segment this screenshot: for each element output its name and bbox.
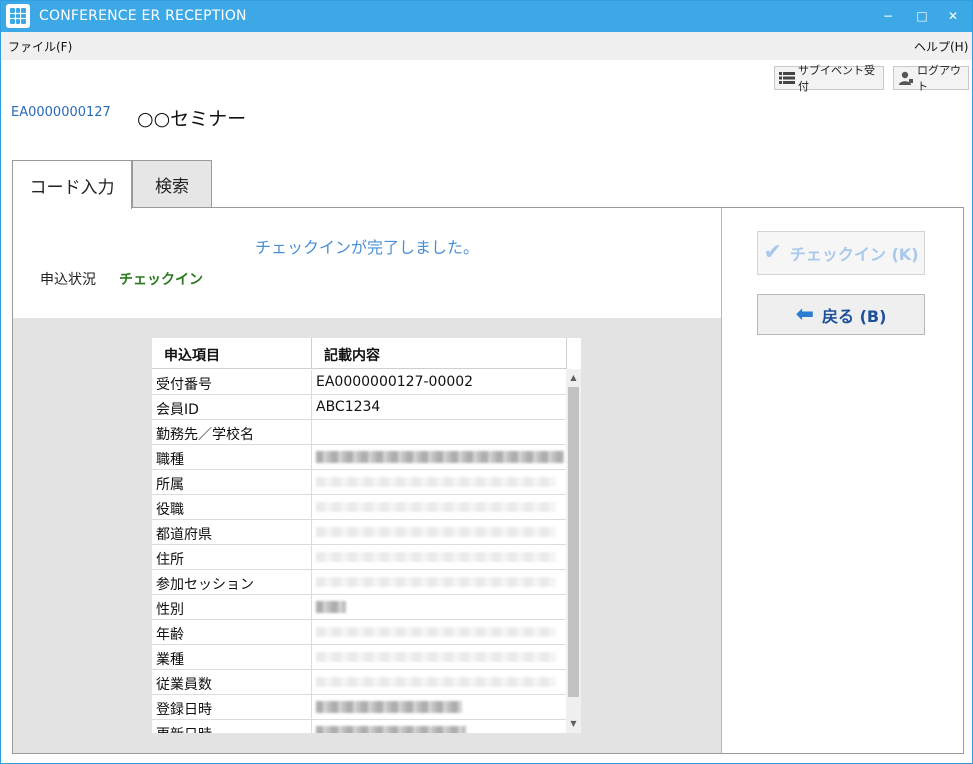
row-item: 勤務先／学校名 <box>156 427 254 443</box>
window-title: CONFERENCE ER RECEPTION <box>39 8 247 24</box>
logout-button[interactable]: ログアウト <box>893 64 969 93</box>
table-row: 都道府県 <box>152 520 566 545</box>
checkin-button[interactable]: ✔ チェックイン (K) <box>757 231 925 275</box>
scroll-down-icon[interactable]: ▼ <box>566 717 581 731</box>
redacted-value <box>316 674 556 690</box>
close-button[interactable]: ✕ <box>943 6 963 26</box>
row-item: 都道府県 <box>156 527 212 543</box>
minimize-button[interactable]: − <box>878 6 898 26</box>
redacted-value <box>316 499 556 515</box>
table-row: 年齢 <box>152 620 566 645</box>
menu-help[interactable]: ヘルプ(H) <box>914 38 968 55</box>
row-item: 所属 <box>156 477 184 493</box>
row-item: 業種 <box>156 652 184 668</box>
sub-event-label: サブイベント受付 <box>798 64 875 93</box>
table-row: 会員ID ABC1234 <box>152 395 566 420</box>
row-item: 住所 <box>156 552 184 568</box>
table-row: 業種 <box>152 645 566 670</box>
scroll-up-icon[interactable]: ▲ <box>566 371 581 385</box>
header-content: 記載内容 <box>324 348 380 364</box>
checkmark-icon: ✔ <box>763 240 782 265</box>
sub-event-button[interactable]: サブイベント受付 <box>774 64 884 93</box>
application-status-value: チェックイン <box>119 272 203 288</box>
checkin-button-label: チェックイン (K) <box>789 245 919 264</box>
table-header: 申込項目 記載内容 <box>152 338 567 369</box>
row-item: 性別 <box>156 602 184 618</box>
app-logo-icon <box>6 4 30 28</box>
table-scrollbar[interactable]: ▲ ▼ <box>566 369 581 733</box>
row-item: 受付番号 <box>156 377 212 393</box>
details-area: 申込項目 記載内容 受付番号 EA0000000127-00002 会員ID A… <box>13 318 721 753</box>
maximize-button[interactable]: □ <box>912 6 932 26</box>
table-row: 職種 <box>152 445 566 470</box>
logout-label: ログアウト <box>917 64 961 93</box>
tab-code-input[interactable]: コード入力 <box>12 160 132 209</box>
header-item: 申込項目 <box>164 348 220 364</box>
redacted-value <box>316 699 462 715</box>
table-body: 受付番号 EA0000000127-00002 会員ID ABC1234 勤務先… <box>152 370 566 733</box>
row-value: ABC1234 <box>316 399 381 415</box>
table-row: 性別 <box>152 595 566 620</box>
title-bar[interactable]: CONFERENCE ER RECEPTION − □ ✕ <box>1 1 972 32</box>
table-row: 勤務先／学校名 <box>152 420 566 445</box>
redacted-value <box>316 474 556 490</box>
redacted-value <box>316 449 564 465</box>
redacted-value <box>316 549 556 565</box>
redacted-value <box>316 574 556 590</box>
panel-divider <box>721 208 722 753</box>
table-row: 役職 <box>152 495 566 520</box>
checkin-complete-message: チェックインが完了しました。 <box>254 238 479 257</box>
application-status-label: 申込状況 <box>40 272 96 288</box>
redacted-value <box>316 649 556 665</box>
header-divider-right <box>566 338 567 369</box>
app-window: CONFERENCE ER RECEPTION − □ ✕ ファイル(F) ヘル… <box>0 0 973 764</box>
redacted-value <box>316 524 556 540</box>
event-name: ○○セミナー <box>137 108 247 130</box>
redacted-value <box>316 599 346 615</box>
tab-panel: チェックインが完了しました。 申込状況 チェックイン 申込項目 記載内容 受付番… <box>12 207 964 754</box>
row-item: 年齢 <box>156 627 184 643</box>
row-item: 登録日時 <box>156 702 212 718</box>
list-icon <box>779 71 795 85</box>
row-item: 参加セッション <box>156 577 254 593</box>
row-value: EA0000000127-00002 <box>316 374 474 390</box>
table-row: 登録日時 <box>152 695 566 720</box>
table-row: 参加セッション <box>152 570 566 595</box>
row-item: 役職 <box>156 502 184 518</box>
details-table: 申込項目 記載内容 受付番号 EA0000000127-00002 会員ID A… <box>152 338 581 733</box>
header-divider <box>311 338 312 369</box>
row-item: 会員ID <box>156 402 199 418</box>
scroll-thumb[interactable] <box>568 387 579 697</box>
back-button[interactable]: ⬅ 戻る (B) <box>757 294 925 335</box>
user-logout-icon <box>898 71 914 85</box>
event-id: EA0000000127 <box>11 105 111 120</box>
tab-search[interactable]: 検索 <box>132 160 212 208</box>
menu-file[interactable]: ファイル(F) <box>8 38 72 55</box>
table-row: 所属 <box>152 470 566 495</box>
table-row: 更新日時 <box>152 720 566 733</box>
row-item: 更新日時 <box>156 724 212 733</box>
row-item: 職種 <box>156 452 184 468</box>
redacted-value <box>316 724 466 733</box>
back-button-label: 戻る (B) <box>822 306 887 326</box>
row-item: 従業員数 <box>156 677 212 693</box>
redacted-value <box>316 624 556 640</box>
table-row: 受付番号 EA0000000127-00002 <box>152 370 566 395</box>
table-row: 住所 <box>152 545 566 570</box>
table-row: 従業員数 <box>152 670 566 695</box>
arrow-left-icon: ⬅ <box>795 301 815 327</box>
menu-bar: ファイル(F) ヘルプ(H) <box>1 32 972 60</box>
